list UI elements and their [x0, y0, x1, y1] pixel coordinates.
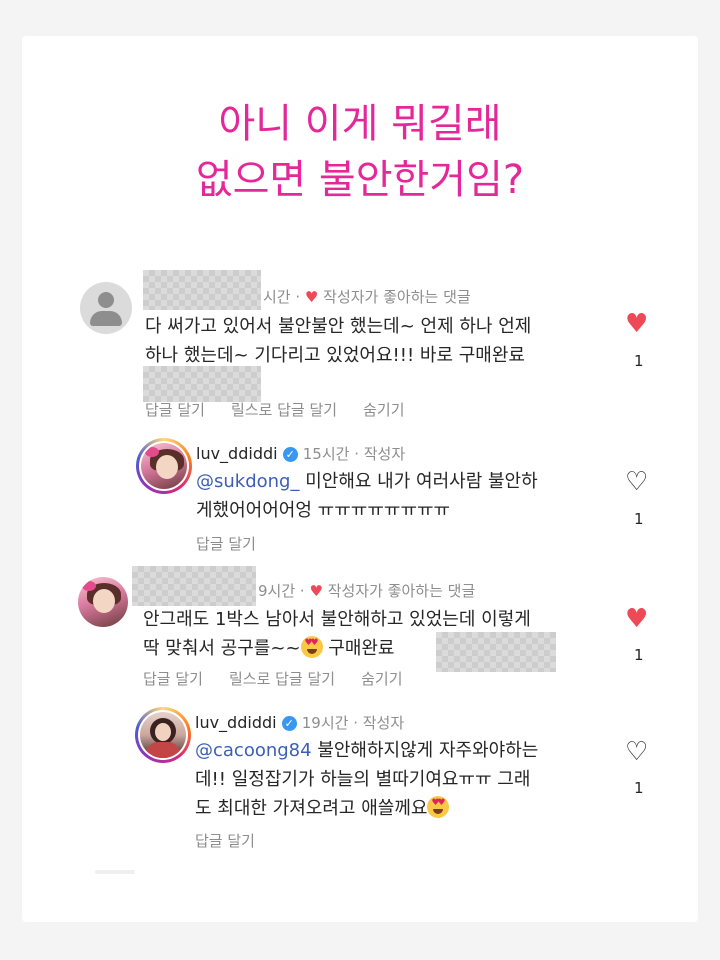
- comment-actions: 답글 달기 릴스로 답글 달기 숨기기: [145, 399, 431, 420]
- comment-meta: 9시간 · ♥ 작성자가 좋아하는 댓글: [258, 582, 476, 600]
- reply-header: luv_ddiddi ✓ 15시간 · 작성자: [196, 443, 405, 464]
- hide-button[interactable]: 숨기기: [361, 670, 402, 688]
- reply-actions: 답글 달기: [195, 830, 281, 851]
- verified-badge-icon: ✓: [282, 447, 298, 462]
- author-avatar: [140, 712, 186, 758]
- reply-button[interactable]: 답글 달기: [143, 670, 203, 688]
- headline-line-2: 없으면 불안한거임?: [195, 157, 525, 203]
- reels-reply-button[interactable]: 릴스로 답글 달기: [231, 401, 337, 419]
- reply-button[interactable]: 답글 달기: [145, 401, 205, 419]
- default-avatar-icon[interactable]: [80, 282, 132, 334]
- like-count: 1: [634, 510, 644, 528]
- author-username[interactable]: luv_ddiddi: [196, 444, 278, 463]
- story-ring[interactable]: [136, 438, 192, 494]
- mention-link[interactable]: @sukdong_: [196, 471, 299, 492]
- cutoff-avatar: [95, 870, 135, 874]
- reply-actions: 답글 달기: [196, 533, 282, 554]
- heart-eyes-emoji-icon: [300, 636, 323, 658]
- hide-button[interactable]: 숨기기: [363, 401, 404, 419]
- like-heart-filled-icon[interactable]: ♥: [625, 606, 648, 632]
- reels-reply-button[interactable]: 릴스로 답글 달기: [229, 670, 335, 688]
- story-ring[interactable]: [135, 707, 191, 763]
- reply-meta: 15시간 · 작성자: [302, 445, 406, 463]
- like-heart-outline-icon[interactable]: ♡: [625, 739, 648, 765]
- reply-button[interactable]: 답글 달기: [196, 535, 256, 553]
- heart-eyes-emoji-icon: [427, 796, 450, 818]
- mention-link[interactable]: @cacoong84: [195, 740, 312, 761]
- blurred-text: [436, 632, 556, 672]
- reply-meta: 19시간 · 작성자: [301, 714, 405, 732]
- comment-text: 다 써가고 있어서 불안불안 했는데~ 언제 하나 언제 하나 했는데~ 기다리…: [145, 316, 532, 366]
- verified-badge-icon: ✓: [281, 716, 297, 731]
- blurred-text: [143, 366, 261, 402]
- liked-by-author-heart-icon: ♥: [304, 288, 319, 306]
- headline-line-1: 아니 이게 뭐길래: [218, 101, 502, 147]
- author-username[interactable]: luv_ddiddi: [195, 713, 277, 732]
- headline: 아니 이게 뭐길래 없으면 불안한거임?: [0, 96, 720, 208]
- commenter-avatar[interactable]: [78, 577, 128, 627]
- like-count: 1: [634, 779, 644, 797]
- like-heart-outline-icon[interactable]: ♡: [625, 469, 648, 495]
- reply-header: luv_ddiddi ✓ 19시간 · 작성자: [195, 712, 404, 733]
- liked-by-author-heart-icon: ♥: [309, 582, 323, 600]
- reply-button[interactable]: 답글 달기: [195, 832, 255, 850]
- author-avatar: [141, 443, 187, 489]
- like-count: 1: [634, 646, 644, 664]
- blurred-username: [143, 270, 261, 310]
- reply-text: @cacoong84 불안해하지않게 자주와야하는 데!! 일정잡기가 하늘의 …: [195, 736, 538, 823]
- comment-meta: 시간 · ♥ 작성자가 좋아하는 댓글: [263, 288, 471, 306]
- reply-text: @sukdong_ 미안해요 내가 여러사람 불안하 게했어어어어엉 ㅠㅠㅠㅠㅠ…: [196, 471, 538, 521]
- comment-actions: 답글 달기 릴스로 답글 달기 숨기기: [143, 668, 429, 689]
- blurred-username: [132, 566, 256, 606]
- like-count: 1: [634, 352, 644, 370]
- like-heart-filled-icon[interactable]: ♥: [625, 311, 648, 337]
